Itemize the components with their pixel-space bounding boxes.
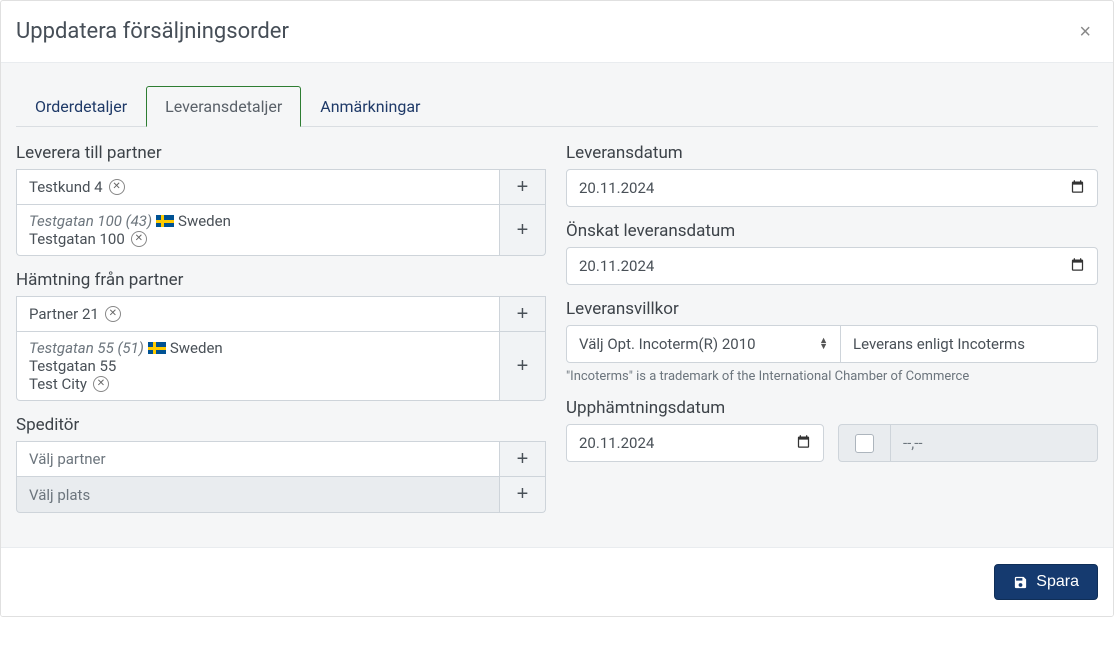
sweden-flag-icon <box>156 215 174 227</box>
tab-delivery-details[interactable]: Leveransdetaljer <box>146 86 301 127</box>
pickup-country: Sweden <box>170 339 223 357</box>
calendar-icon <box>1070 257 1085 276</box>
pickup-from-label: Hämtning från partner <box>16 270 546 290</box>
pickup-date-group: Upphämtningsdatum 20.11.2024 <box>566 398 1098 462</box>
add-deliver-address-button[interactable]: + <box>500 205 546 256</box>
deliver-address-title: Testgatan 100 (43) <box>29 212 152 230</box>
pickup-date-label: Upphämtningsdatum <box>566 398 1098 418</box>
delivery-date-value: 20.11.2024 <box>579 179 654 197</box>
pickup-date-value: 20.11.2024 <box>579 434 654 452</box>
select-arrows-icon: ▲▼ <box>819 338 828 351</box>
save-icon <box>1013 575 1028 590</box>
tab-bar: Orderdetaljer Leveransdetaljer Anmärknin… <box>16 63 1098 127</box>
delivery-date-group: Leveransdatum 20.11.2024 <box>566 143 1098 207</box>
deliver-address-field[interactable]: Testgatan 100 (43) Sweden Testgatan 100 … <box>16 205 500 256</box>
clear-icon[interactable]: ✕ <box>105 306 121 322</box>
tab-notes[interactable]: Anmärkningar <box>301 86 439 127</box>
forwarder-partner-field[interactable]: Välj partner <box>16 441 500 477</box>
modal-update-sales-order: Uppdatera försäljningsorder × Orderdetal… <box>0 0 1114 617</box>
pickup-address-field[interactable]: Testgatan 55 (51) Sweden Testgatan 55 Te… <box>16 332 500 401</box>
add-pickup-partner-button[interactable]: + <box>500 296 546 332</box>
deliver-partner-field[interactable]: Testkund 4 ✕ <box>16 169 500 205</box>
incoterm-text-input[interactable]: Leverans enligt Incoterms <box>841 325 1098 363</box>
deliver-partner-value: Testkund 4 <box>29 178 103 196</box>
desired-date-group: Önskat leveransdatum 20.11.2024 <box>566 221 1098 285</box>
tab-order-details[interactable]: Orderdetaljer <box>16 86 146 127</box>
left-column: Leverera till partner Testkund 4 ✕ + <box>16 141 546 527</box>
terms-label: Leveransvillkor <box>566 299 1098 319</box>
save-button-label: Spara <box>1036 573 1079 591</box>
pickup-city: Test City <box>29 375 87 393</box>
forwarder-label: Speditör <box>16 415 546 435</box>
incoterm-text-value: Leverans enligt Incoterms <box>853 335 1025 353</box>
content-area: Leverera till partner Testkund 4 ✕ + <box>16 127 1098 527</box>
clear-icon[interactable]: ✕ <box>131 231 147 247</box>
sweden-flag-icon <box>148 342 166 354</box>
pickup-date-input[interactable]: 20.11.2024 <box>566 424 824 462</box>
save-button[interactable]: Spara <box>994 564 1098 600</box>
incoterm-select-value: Välj Opt. Incoterm(R) 2010 <box>579 335 756 353</box>
clear-icon[interactable]: ✕ <box>93 376 109 392</box>
incoterm-select[interactable]: Välj Opt. Incoterm(R) 2010 ▲▼ <box>566 325 841 363</box>
pickup-from-group: Hämtning från partner Partner 21 ✕ + <box>16 270 546 401</box>
incoterm-helper-text: "Incoterms" is a trademark of the Intern… <box>566 369 1098 384</box>
pickup-street: Testgatan 55 <box>29 357 116 375</box>
add-forwarder-location-button[interactable]: + <box>500 477 546 513</box>
modal-body: Orderdetaljer Leveransdetaljer Anmärknin… <box>1 63 1113 547</box>
add-pickup-address-button[interactable]: + <box>500 332 546 401</box>
add-deliver-partner-button[interactable]: + <box>500 169 546 205</box>
deliver-to-group: Leverera till partner Testkund 4 ✕ + <box>16 143 546 256</box>
modal-title: Uppdatera försäljningsorder <box>16 19 289 44</box>
clear-icon[interactable]: ✕ <box>109 179 125 195</box>
close-button[interactable]: × <box>1079 22 1091 42</box>
delivery-date-label: Leveransdatum <box>566 143 1098 163</box>
deliver-country: Sweden <box>178 212 231 230</box>
amount-group: --,-- <box>838 424 1098 462</box>
pickup-address-title: Testgatan 55 (51) <box>29 339 144 357</box>
delivery-date-input[interactable]: 20.11.2024 <box>566 169 1098 207</box>
modal-header: Uppdatera försäljningsorder × <box>1 1 1113 63</box>
deliver-street: Testgatan 100 <box>29 230 125 248</box>
desired-date-label: Önskat leveransdatum <box>566 221 1098 241</box>
calendar-icon <box>1070 179 1085 198</box>
desired-date-value: 20.11.2024 <box>579 257 654 275</box>
right-column: Leveransdatum 20.11.2024 Önskat leverans… <box>566 141 1098 527</box>
modal-footer: Spara <box>1 547 1113 616</box>
deliver-to-label: Leverera till partner <box>16 143 546 163</box>
amount-checkbox-wrapper[interactable] <box>839 425 891 461</box>
amount-checkbox[interactable] <box>855 434 874 453</box>
forwarder-group: Speditör Välj partner + Välj plats + <box>16 415 546 513</box>
pickup-partner-value: Partner 21 <box>29 305 99 323</box>
terms-group: Leveransvillkor Välj Opt. Incoterm(R) 20… <box>566 299 1098 384</box>
pickup-partner-field[interactable]: Partner 21 ✕ <box>16 296 500 332</box>
add-forwarder-partner-button[interactable]: + <box>500 441 546 477</box>
calendar-icon <box>796 434 811 453</box>
forwarder-location-field: Välj plats <box>16 477 500 513</box>
amount-input: --,-- <box>891 425 1097 461</box>
desired-date-input[interactable]: 20.11.2024 <box>566 247 1098 285</box>
